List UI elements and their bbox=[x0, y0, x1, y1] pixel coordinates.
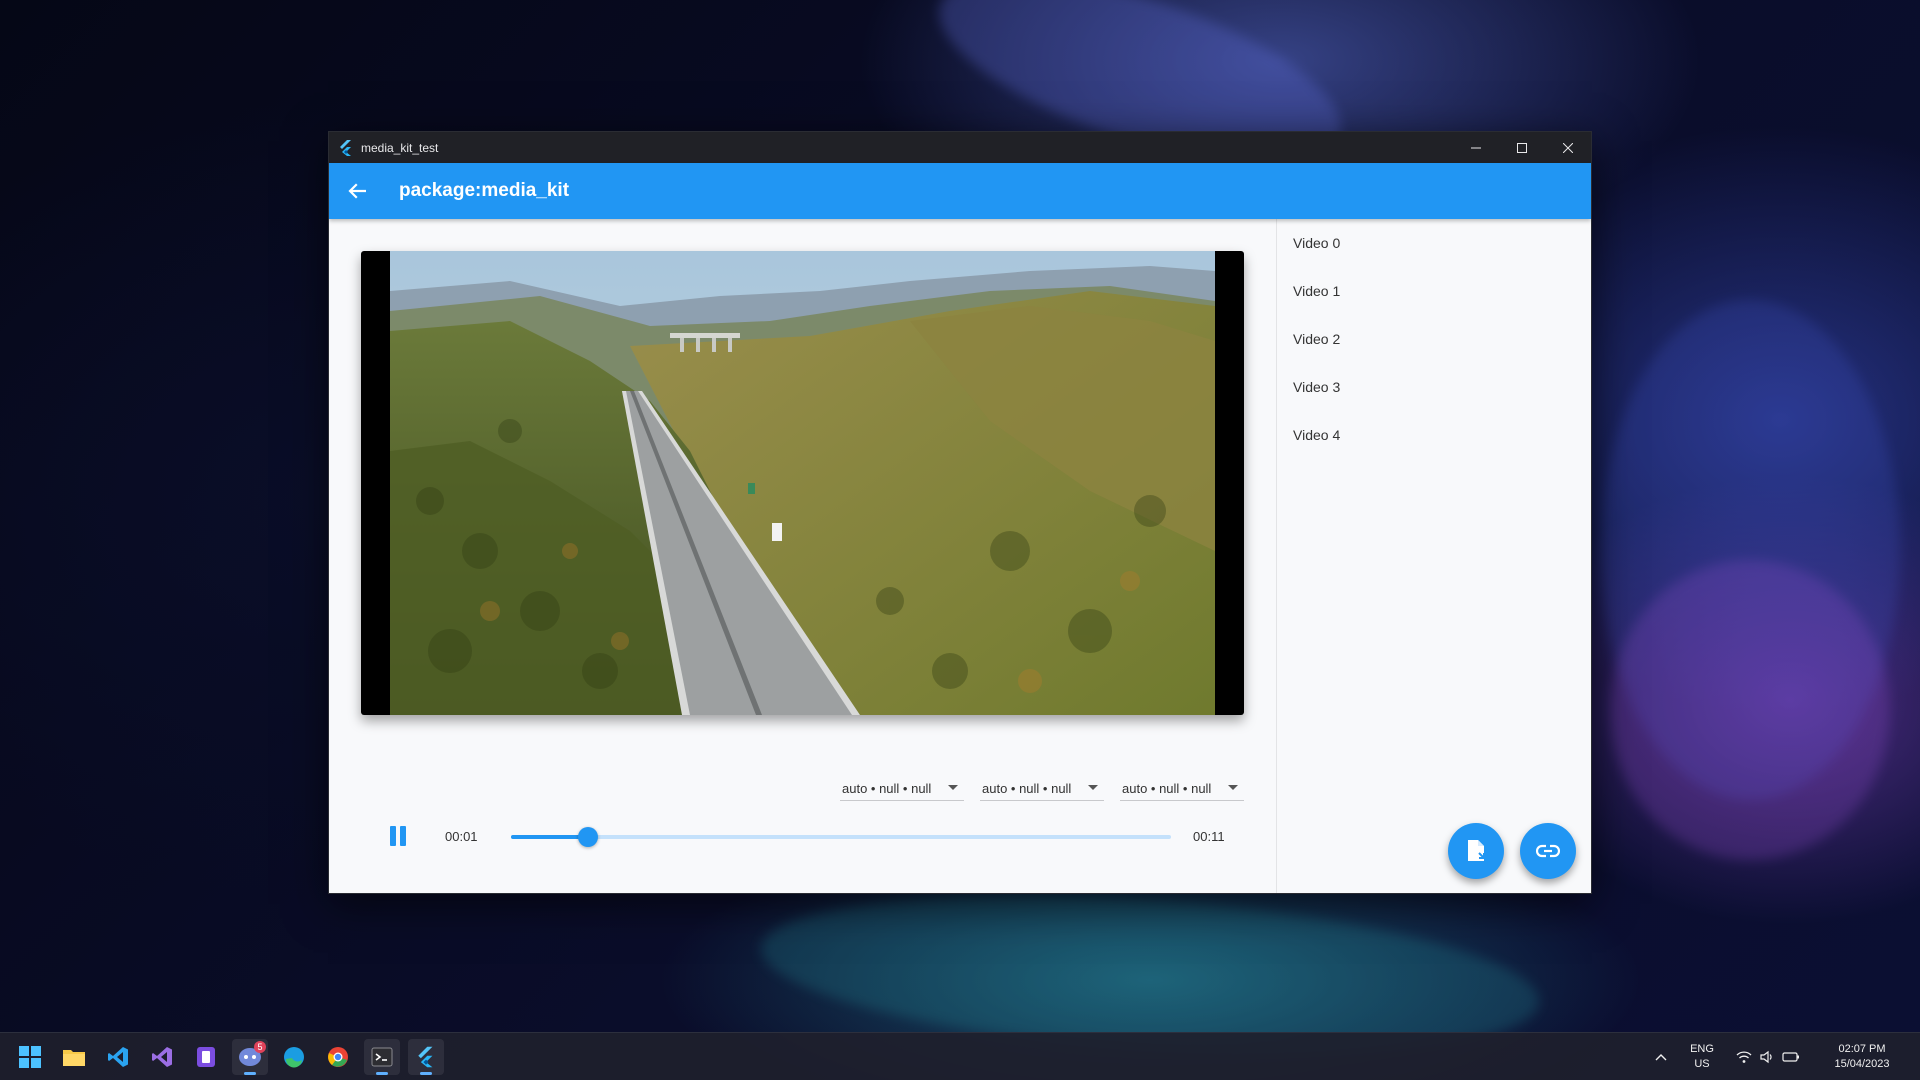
maximize-icon bbox=[1517, 142, 1527, 153]
taskbar-terminal[interactable] bbox=[364, 1039, 400, 1075]
minimize-button[interactable] bbox=[1453, 132, 1499, 163]
clock-time: 02:07 PM bbox=[1838, 1043, 1886, 1055]
wallpaper-streak bbox=[1610, 560, 1890, 860]
terminal-icon bbox=[371, 1047, 393, 1067]
seek-slider-thumb[interactable] bbox=[578, 827, 599, 847]
audio-track-dropdown[interactable]: auto • null • null bbox=[980, 777, 1104, 801]
file-explorer-icon bbox=[63, 1050, 85, 1066]
edge-icon bbox=[284, 1047, 304, 1068]
taskbar-edge[interactable] bbox=[276, 1039, 312, 1075]
list-item[interactable]: Video 2 bbox=[1277, 315, 1591, 363]
page-title: package:media_kit bbox=[399, 180, 570, 201]
audio-track-value: auto • null • null bbox=[982, 781, 1072, 796]
window-title: media_kit_test bbox=[361, 140, 439, 155]
list-item[interactable]: Video 4 bbox=[1277, 411, 1591, 459]
landscape-video-still bbox=[390, 251, 1215, 715]
subtitle-track-value: auto • null • null bbox=[1122, 781, 1212, 796]
show-hidden-icons-button[interactable] bbox=[1646, 1053, 1676, 1061]
app-window: media_kit_test package:media_kit auto • … bbox=[328, 131, 1592, 894]
list-item[interactable]: Video 1 bbox=[1277, 267, 1591, 315]
system-tray: ENG US 02:07 PM 15/04/2023 bbox=[1646, 1033, 1920, 1080]
taskbar-visual-studio[interactable] bbox=[144, 1039, 180, 1075]
maximize-button[interactable] bbox=[1499, 132, 1545, 163]
pause-button[interactable] bbox=[388, 823, 410, 851]
seek-slider[interactable] bbox=[511, 827, 1171, 847]
pause-icon bbox=[390, 826, 396, 846]
back-button[interactable] bbox=[329, 163, 385, 219]
taskbar-notepad[interactable] bbox=[188, 1039, 224, 1075]
window-titlebar[interactable]: media_kit_test bbox=[329, 132, 1591, 163]
seek-slider-track bbox=[511, 835, 1171, 839]
volume-icon bbox=[1760, 1050, 1772, 1064]
position-time: 00:01 bbox=[445, 829, 478, 844]
list-item-label: Video 0 bbox=[1293, 235, 1341, 251]
windows-start-icon bbox=[19, 1046, 41, 1068]
list-item-label: Video 2 bbox=[1293, 331, 1341, 347]
dropdown-arrow-icon bbox=[1088, 785, 1098, 790]
app-bar: package:media_kit bbox=[329, 163, 1591, 219]
video-frame-image bbox=[390, 251, 1215, 715]
taskbar-vscode[interactable] bbox=[100, 1039, 136, 1075]
visual-studio-icon bbox=[152, 1047, 172, 1067]
video-list: Video 0 Video 1 Video 2 Video 3 Video 4 bbox=[1277, 219, 1591, 459]
taskbar: 5 ENG US 02:07 PM 15/04/2023 bbox=[0, 1032, 1920, 1080]
input-language[interactable]: ENG US bbox=[1676, 1042, 1728, 1072]
notification-badge: 5 bbox=[254, 1041, 266, 1053]
list-item[interactable]: Video 0 bbox=[1277, 219, 1591, 267]
dropdown-arrow-icon bbox=[948, 785, 958, 790]
playlist-panel: Video 0 Video 1 Video 2 Video 3 Video 4 bbox=[1277, 219, 1591, 893]
list-item[interactable]: Video 3 bbox=[1277, 363, 1591, 411]
arrow-back-icon bbox=[348, 183, 366, 199]
clock-date: 15/04/2023 bbox=[1834, 1058, 1890, 1070]
link-icon bbox=[1536, 844, 1560, 858]
quick-settings[interactable] bbox=[1736, 1050, 1800, 1064]
language-label: ENG bbox=[1690, 1043, 1714, 1055]
file-open-icon bbox=[1468, 840, 1485, 861]
battery-icon bbox=[1782, 1052, 1799, 1062]
wifi-icon bbox=[1736, 1051, 1752, 1063]
vscode-icon bbox=[108, 1047, 128, 1067]
open-url-button[interactable] bbox=[1520, 823, 1576, 879]
taskbar-apps: 5 bbox=[12, 1033, 444, 1080]
video-player[interactable] bbox=[361, 251, 1244, 715]
video-track-value: auto • null • null bbox=[842, 781, 932, 796]
duration-time: 00:11 bbox=[1193, 829, 1225, 844]
pause-icon bbox=[400, 826, 406, 846]
subtitle-track-dropdown[interactable]: auto • null • null bbox=[1120, 777, 1244, 801]
start-button[interactable] bbox=[12, 1039, 48, 1075]
list-item-label: Video 3 bbox=[1293, 379, 1341, 395]
open-file-button[interactable] bbox=[1448, 823, 1504, 879]
list-item-label: Video 4 bbox=[1293, 427, 1341, 443]
video-track-dropdown[interactable]: auto • null • null bbox=[840, 777, 964, 801]
close-button[interactable] bbox=[1545, 132, 1591, 163]
seek-slider-fill bbox=[511, 835, 589, 839]
chrome-icon bbox=[328, 1047, 348, 1067]
taskbar-flutter-app[interactable] bbox=[408, 1039, 444, 1075]
close-icon bbox=[1563, 142, 1573, 153]
dropdown-arrow-icon bbox=[1228, 785, 1238, 790]
clock[interactable]: 02:07 PM 15/04/2023 bbox=[1814, 1042, 1910, 1072]
flutter-icon bbox=[340, 139, 351, 156]
region-label: US bbox=[1694, 1058, 1710, 1070]
notepad-icon bbox=[197, 1047, 215, 1067]
flutter-icon bbox=[418, 1046, 433, 1068]
playback-controls: 00:01 00:11 bbox=[361, 817, 1244, 857]
taskbar-file-explorer[interactable] bbox=[56, 1039, 92, 1075]
track-selectors: auto • null • null auto • null • null au… bbox=[840, 777, 1244, 801]
list-item-label: Video 1 bbox=[1293, 283, 1341, 299]
taskbar-chrome[interactable] bbox=[320, 1039, 356, 1075]
minimize-icon bbox=[1471, 147, 1481, 148]
player-area: auto • null • null auto • null • null au… bbox=[329, 219, 1276, 893]
chevron-up-icon bbox=[1655, 1054, 1667, 1061]
taskbar-discord[interactable]: 5 bbox=[232, 1039, 268, 1075]
